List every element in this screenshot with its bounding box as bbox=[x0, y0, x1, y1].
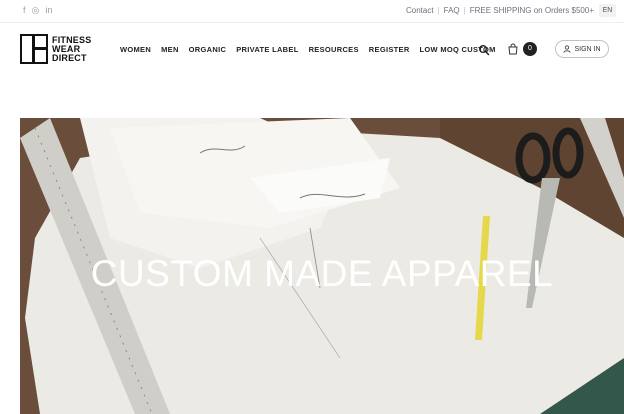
contact-link[interactable]: Contact bbox=[406, 6, 434, 15]
search-icon[interactable] bbox=[478, 44, 490, 56]
separator: | bbox=[437, 6, 440, 15]
nav-item-men[interactable]: MEN bbox=[161, 45, 179, 54]
user-icon bbox=[563, 45, 572, 53]
facebook-icon[interactable]: f bbox=[23, 5, 26, 16]
nav-item-organic[interactable]: ORGANIC bbox=[189, 45, 227, 54]
cart-count-badge: 0 bbox=[523, 42, 537, 56]
separator: | bbox=[463, 6, 466, 15]
instagram-icon[interactable]: ◎ bbox=[32, 5, 40, 16]
nav-item-private-label[interactable]: PRIVATE LABEL bbox=[236, 45, 298, 54]
main-nav: WOMEN MEN ORGANIC PRIVATE LABEL RESOURCE… bbox=[120, 45, 496, 54]
site-header: FITNESS WEAR DIRECT WOMEN MEN ORGANIC PR… bbox=[0, 22, 624, 78]
sign-in-button[interactable]: SIGN IN bbox=[555, 40, 609, 58]
language-selector[interactable]: EN bbox=[599, 4, 616, 17]
logo-line: DIRECT bbox=[52, 52, 87, 63]
cart-button[interactable]: 0 bbox=[507, 42, 537, 56]
faq-link[interactable]: FAQ bbox=[444, 6, 460, 15]
top-links: Contact | FAQ | FREE SHIPPING on Orders … bbox=[406, 6, 594, 15]
hero-banner: CUSTOM MADE APPAREL bbox=[20, 118, 624, 414]
nav-item-register[interactable]: REGISTER bbox=[369, 45, 410, 54]
linkedin-icon[interactable]: in bbox=[45, 5, 52, 16]
logo-text: FITNESS WEAR DIRECT bbox=[52, 35, 91, 63]
site-logo[interactable]: FITNESS WEAR DIRECT bbox=[20, 34, 91, 64]
nav-item-resources[interactable]: RESOURCES bbox=[309, 45, 359, 54]
social-links: f ◎ in bbox=[23, 5, 52, 16]
sign-in-label: SIGN IN bbox=[574, 45, 601, 53]
logo-mark-icon bbox=[20, 34, 48, 64]
nav-item-women[interactable]: WOMEN bbox=[120, 45, 151, 54]
top-utility-bar: f ◎ in Contact | FAQ | FREE SHIPPING on … bbox=[0, 0, 624, 23]
shopping-bag-icon bbox=[508, 43, 518, 55]
hero-title: CUSTOM MADE APPAREL bbox=[90, 253, 554, 294]
free-shipping-link[interactable]: FREE SHIPPING on Orders $500+ bbox=[470, 6, 594, 15]
